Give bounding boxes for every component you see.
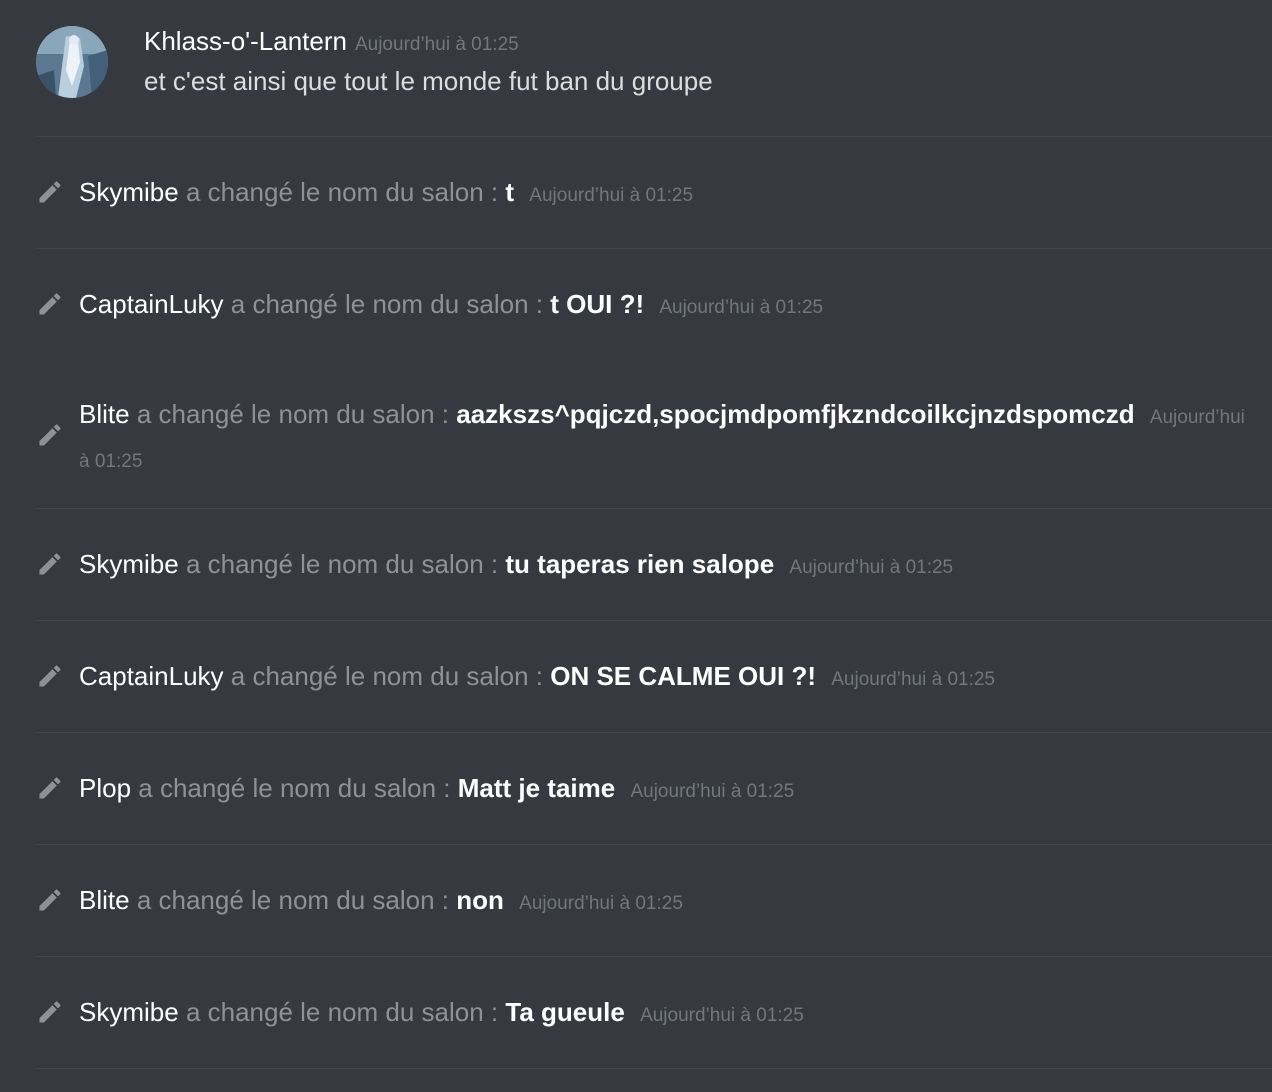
message-divider <box>36 732 1272 733</box>
system-event-action: a changé le nom du salon : <box>136 885 450 915</box>
message-username[interactable]: Khlass-o'-Lantern <box>144 26 347 56</box>
system-event-timestamp: Aujourd’hui à 01:25 <box>789 557 954 578</box>
system-event-text: CaptainLuky a changé le nom du salon : O… <box>79 656 1259 700</box>
system-event-text: CaptainLuky a changé le nom du salon : t… <box>79 284 1259 328</box>
chat-message-list: Khlass-o'-Lantern Aujourd’hui à 01:25 et … <box>0 0 1272 1092</box>
system-event-new-name: Ta gueule <box>505 997 625 1027</box>
system-event-text: Skymibe a changé le nom du salon : Ta gu… <box>79 992 1259 1036</box>
system-event-timestamp: Aujourd’hui à 01:25 <box>831 669 995 690</box>
system-event-new-name: t OUI ?! <box>550 289 645 319</box>
system-event-new-name: tu taperas rien salope <box>505 549 775 579</box>
pencil-icon <box>39 777 61 799</box>
system-event-user[interactable]: CaptainLuky <box>79 661 224 691</box>
system-event-text: Blite a changé le nom du salon : aazkszs… <box>79 394 1259 482</box>
system-event-user[interactable]: Skymibe <box>79 177 179 207</box>
message-divider <box>36 620 1272 621</box>
message-content: et c'est ainsi que tout le monde fut ban… <box>144 66 713 96</box>
system-event-user[interactable]: Skymibe <box>79 549 179 579</box>
system-event-action: a changé le nom du salon : <box>230 289 543 319</box>
message-divider <box>36 508 1272 509</box>
system-event-action: a changé le nom du salon : <box>136 399 450 429</box>
system-event-action: a changé le nom du salon : <box>185 177 499 207</box>
system-event-timestamp: Aujourd’hui à 01:25 <box>519 893 683 914</box>
message-divider <box>36 956 1272 957</box>
system-event-timestamp: Aujourd’hui à 01:25 <box>640 1005 804 1026</box>
system-event-text: Skymibe a changé le nom du salon : tu ta… <box>79 544 1259 588</box>
message-divider <box>36 844 1272 845</box>
system-event-user[interactable]: Blite <box>79 399 130 429</box>
system-event-timestamp: Aujourd’hui à 01:25 <box>529 185 694 206</box>
system-event-action: a changé le nom du salon : <box>138 773 451 803</box>
avatar[interactable] <box>36 26 108 98</box>
system-event-new-name: aazkszs^pqjczd,spocjmdpomfjkzndcoilkcjnz… <box>456 399 1135 429</box>
pencil-icon <box>39 293 61 315</box>
system-event-timestamp: Aujourd’hui à 01:25 <box>630 781 795 802</box>
system-event-new-name: Matt je taime <box>457 773 616 803</box>
system-event-user[interactable]: Plop <box>79 773 131 803</box>
system-event-new-name: non <box>456 885 504 915</box>
message-timestamp: Aujourd’hui à 01:25 <box>354 34 519 55</box>
pencil-icon <box>39 181 61 203</box>
system-event-text: Skymibe a changé le nom du salon : t Auj… <box>79 172 1259 216</box>
system-event-user[interactable]: CaptainLuky <box>79 289 224 319</box>
system-event-user[interactable]: Skymibe <box>79 997 179 1027</box>
message-divider <box>36 1068 1272 1069</box>
system-event-action: a changé le nom du salon : <box>185 549 499 579</box>
system-event-text: Blite a changé le nom du salon : non Auj… <box>79 880 1259 924</box>
message-divider <box>36 248 1272 249</box>
system-event-action: a changé le nom du salon : <box>230 661 543 691</box>
pencil-icon <box>39 1001 61 1023</box>
system-event-text: Plop a changé le nom du salon : Matt je … <box>79 768 1259 812</box>
system-event-user[interactable]: Blite <box>79 885 130 915</box>
pencil-icon <box>39 889 61 911</box>
pencil-icon <box>39 665 61 687</box>
system-event-action: a changé le nom du salon : <box>185 997 499 1027</box>
message-header: Khlass-o'-Lantern Aujourd’hui à 01:25 <box>144 26 519 57</box>
system-event-new-name: t <box>505 177 515 207</box>
pencil-icon <box>39 424 61 446</box>
message-divider <box>36 136 1272 137</box>
system-event-new-name: ON SE CALME OUI ?! <box>550 661 817 691</box>
pencil-icon <box>39 553 61 575</box>
system-event-timestamp: Aujourd’hui à 01:25 <box>659 297 824 318</box>
